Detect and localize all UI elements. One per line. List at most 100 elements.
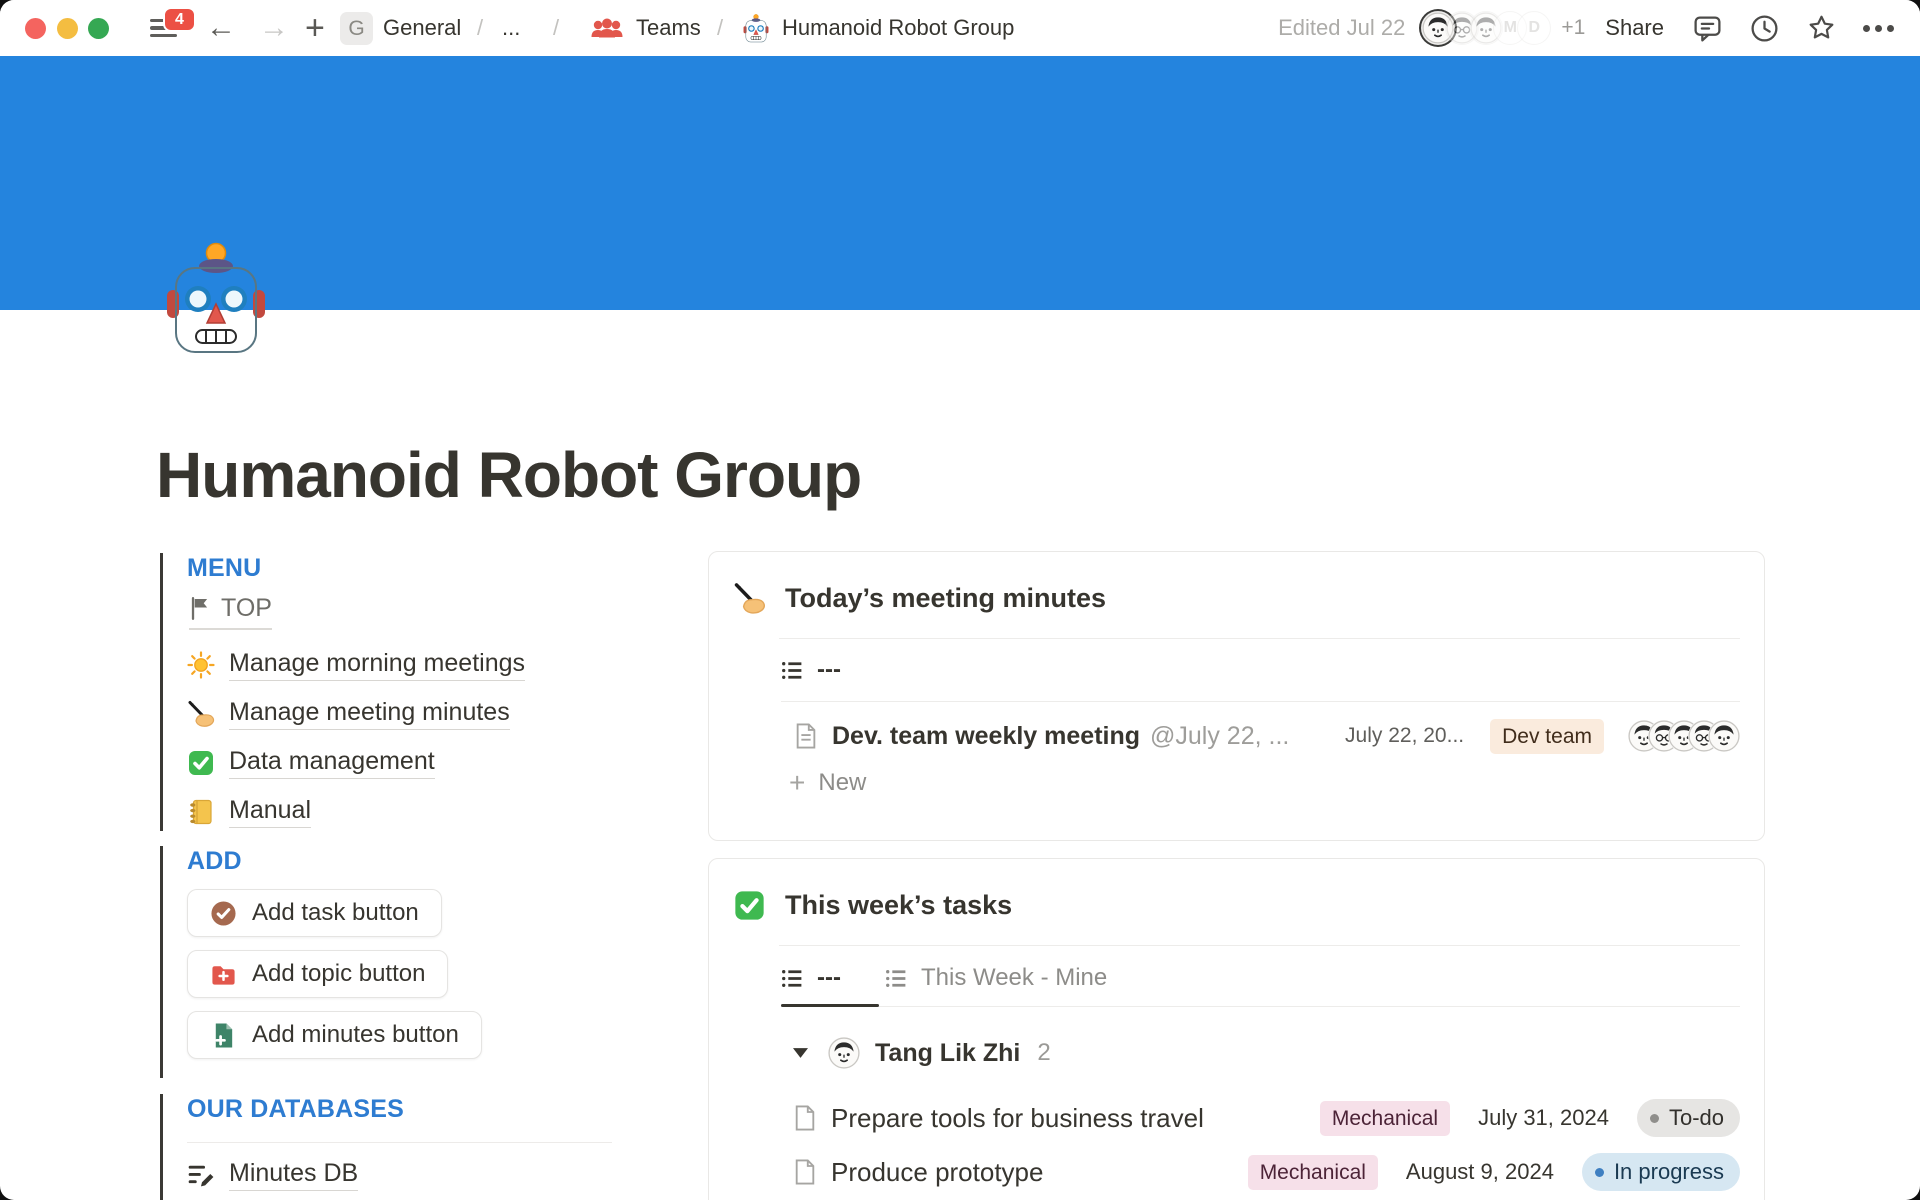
list-view-icon xyxy=(781,967,804,990)
tasks-database-view: --- This Week - Mine Tang Lik Zhi 2 Prep… xyxy=(781,962,1740,1193)
meeting-date-mention: @July 22, ... xyxy=(1150,722,1289,751)
teams-icon xyxy=(590,16,624,42)
minimize-window-button[interactable] xyxy=(57,18,78,39)
weekly-tasks-title: This week’s tasks xyxy=(785,890,1012,921)
forward-button[interactable]: → xyxy=(259,0,289,56)
document-icon xyxy=(793,1159,817,1185)
category-tag: Mechanical xyxy=(1320,1101,1450,1136)
top-link[interactable]: TOP xyxy=(189,594,272,630)
breadcrumb-page[interactable]: Humanoid Robot Group xyxy=(782,0,1014,56)
robot-icon xyxy=(743,14,769,43)
meeting-minutes-card: Today’s meeting minutes --- Dev. team we… xyxy=(708,551,1765,841)
database-edit-icon xyxy=(187,1161,216,1190)
edited-timestamp: Edited Jul 22 xyxy=(1278,15,1405,41)
weekly-tasks-card: This week’s tasks --- This Week - Mine xyxy=(708,858,1765,1200)
databases-heading: OUR DATABASES xyxy=(187,1094,612,1124)
menu-heading: MENU xyxy=(187,553,612,583)
task-title[interactable]: Prepare tools for business travel xyxy=(831,1103,1204,1134)
sun-icon xyxy=(187,651,215,679)
ledger-icon xyxy=(187,798,215,826)
weekly-tasks-header: This week’s tasks xyxy=(733,885,1740,925)
databases-divider xyxy=(187,1142,612,1143)
meeting-date: July 22, 20... xyxy=(1345,724,1464,748)
active-tab-indicator xyxy=(781,1004,879,1008)
sidebar-item-data-management[interactable]: Data management xyxy=(187,738,612,787)
databases-section: OUR DATABASES Minutes DB xyxy=(160,1094,612,1200)
share-button[interactable]: Share xyxy=(1605,15,1664,41)
add-minutes-button[interactable]: Add minutes button xyxy=(187,1011,482,1059)
status-dot xyxy=(1595,1168,1604,1177)
updates-button[interactable] xyxy=(1749,13,1780,44)
new-tab-button[interactable]: + xyxy=(305,0,325,56)
breadcrumb-teams[interactable]: Teams xyxy=(636,0,701,56)
document-plus-icon xyxy=(210,1022,237,1049)
tab-bar xyxy=(781,994,1740,1007)
meeting-title[interactable]: Dev. team weekly meeting xyxy=(832,722,1140,751)
more-options-button[interactable] xyxy=(1863,13,1894,44)
sidebar-item-meeting-minutes[interactable]: Manage meeting minutes xyxy=(187,689,612,738)
status-badge-todo: To-do xyxy=(1637,1099,1740,1137)
status-badge-in-progress: In progress xyxy=(1582,1153,1740,1191)
window-titlebar: 4 ← → + G General / ... / Teams / Humano… xyxy=(0,0,1920,56)
notification-badge: 4 xyxy=(163,7,196,32)
user-avatar-letter[interactable]: D xyxy=(1517,11,1551,45)
close-window-button[interactable] xyxy=(25,18,46,39)
task-check-icon xyxy=(210,900,237,927)
document-icon xyxy=(793,1105,817,1131)
collaborator-avatar-stack[interactable]: M D xyxy=(1421,11,1551,45)
attendee-avatar-stack xyxy=(1628,720,1740,752)
flag-icon xyxy=(189,596,210,621)
view-tab-default[interactable]: --- xyxy=(781,655,1740,685)
task-row[interactable]: Prepare tools for business travel Mechan… xyxy=(781,1097,1740,1139)
breadcrumb-separator-3: / xyxy=(717,0,723,56)
attendee-avatar xyxy=(1708,720,1740,752)
list-view-icon xyxy=(885,967,908,990)
due-date: July 31, 2024 xyxy=(1478,1105,1609,1131)
back-button[interactable]: ← xyxy=(206,0,236,56)
workspace-icon[interactable]: G xyxy=(340,12,373,45)
group-avatar xyxy=(828,1037,860,1069)
meeting-minutes-header: Today’s meeting minutes xyxy=(733,578,1740,618)
sidebar-item-morning-meetings[interactable]: Manage morning meetings xyxy=(187,640,612,689)
due-date: August 9, 2024 xyxy=(1406,1159,1554,1185)
group-name: Tang Lik Zhi xyxy=(875,1039,1020,1068)
list-view-icon xyxy=(781,659,804,682)
app-window: 4 ← → + G General / ... / Teams / Humano… xyxy=(0,0,1920,1200)
add-section: ADD Add task button Add topic button Add… xyxy=(160,846,612,1078)
collapse-triangle-icon[interactable] xyxy=(793,1048,808,1058)
group-row-tang-lik-zhi[interactable]: Tang Lik Zhi 2 xyxy=(781,1033,1740,1073)
breadcrumb-separator: / xyxy=(477,0,483,56)
task-row[interactable]: Produce prototype Mechanical August 9, 2… xyxy=(781,1151,1740,1193)
add-topic-button[interactable]: Add topic button xyxy=(187,950,448,998)
page-title: Humanoid Robot Group xyxy=(156,438,861,512)
folder-plus-icon xyxy=(210,961,237,988)
sidebar-item-manual[interactable]: Manual xyxy=(187,787,612,836)
favorite-button[interactable] xyxy=(1806,13,1837,44)
check-mark-icon xyxy=(187,749,215,777)
minutes-database-view: --- Dev. team weekly meeting @July 22, .… xyxy=(781,655,1740,804)
document-icon xyxy=(793,723,819,749)
writing-hand-icon xyxy=(187,700,215,728)
task-title[interactable]: Produce prototype xyxy=(831,1157,1043,1188)
view-tab-default[interactable]: --- xyxy=(781,964,841,992)
tab-divider xyxy=(781,1006,1740,1007)
page-cover xyxy=(0,56,1920,310)
page-robot-icon[interactable] xyxy=(166,242,266,356)
view-tab-this-week-mine[interactable]: This Week - Mine xyxy=(885,964,1107,992)
meeting-minutes-title: Today’s meeting minutes xyxy=(785,583,1106,614)
check-mark-icon xyxy=(733,889,766,922)
comments-button[interactable] xyxy=(1692,13,1723,44)
zoom-window-button[interactable] xyxy=(88,18,109,39)
breadcrumb-workspace[interactable]: General xyxy=(383,0,461,56)
add-task-button[interactable]: Add task button xyxy=(187,889,442,937)
group-count: 2 xyxy=(1037,1039,1050,1067)
menu-section: MENU TOP Manage morning meetings Manage … xyxy=(160,553,612,831)
meeting-row[interactable]: Dev. team weekly meeting @July 22, ... J… xyxy=(781,712,1740,760)
minutes-db-link[interactable]: Minutes DB xyxy=(187,1159,612,1191)
avatar-overflow-count[interactable]: +1 xyxy=(1561,16,1585,40)
titlebar-actions: Edited Jul 22 M D +1 Share xyxy=(1278,0,1894,56)
new-row-button[interactable]: + New xyxy=(781,762,1740,804)
plus-icon: + xyxy=(789,769,805,797)
breadcrumb-ellipsis[interactable]: ... xyxy=(502,0,520,56)
writing-hand-icon xyxy=(733,582,766,615)
